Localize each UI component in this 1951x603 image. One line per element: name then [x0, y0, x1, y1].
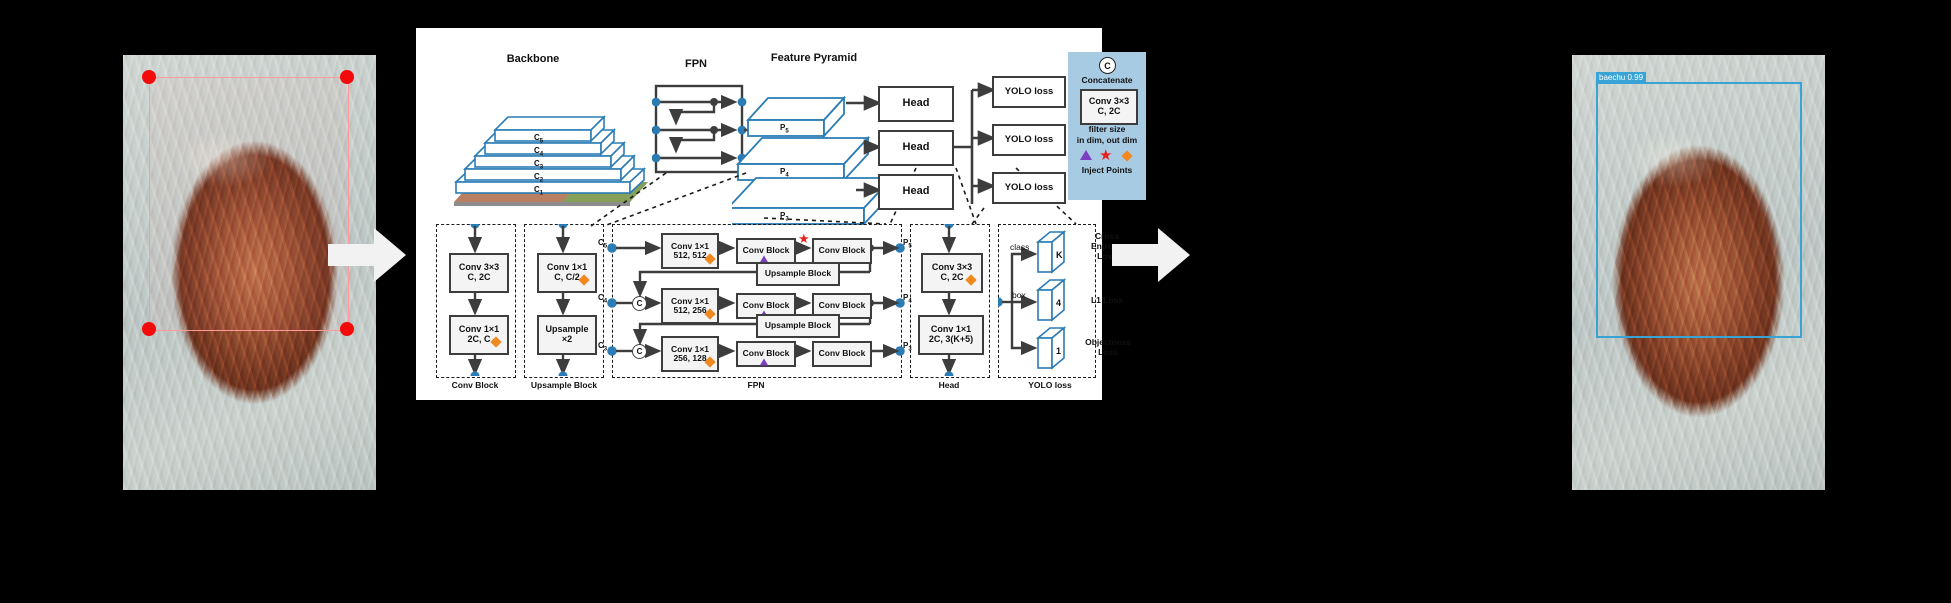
fpn-detail-convblock-b-row3-label: Conv Block	[818, 348, 866, 359]
fpn-detail-concat-icon-row3: C	[632, 344, 647, 359]
backbone-layer-label-c5: C5	[534, 133, 544, 145]
fpn-detail-convblock-a-row1-label: Conv Block	[742, 245, 790, 256]
fpn-detail-concat-icon-row2: C	[632, 296, 647, 311]
backbone-title: Backbone	[506, 53, 560, 65]
network-architecture-panel: Backbone FPN Feature Pyramid C5 C4 C3 C2…	[416, 28, 1146, 400]
annotation-corner-point-bl[interactable]	[142, 322, 156, 336]
conv-block-detail-box-1[interactable]: Conv 3×3 C, 2C	[449, 253, 509, 293]
fpn-detail-convblock-a-row3-label: Conv Block	[742, 348, 790, 359]
backbone-layer-label-c1: C1	[534, 185, 544, 197]
fpn-detail-upsample-block-2-label: Upsample Block	[764, 320, 832, 331]
head-detail-box-2-line-2: 2C, 3(K+5)	[928, 334, 974, 344]
yolo-loss-detail-plate-value-4: 4	[1056, 298, 1062, 308]
concatenate-icon: C	[1099, 57, 1116, 74]
fpn-detail-conv-row1-line-2: 512, 512	[673, 250, 707, 260]
yolo-loss-detail-label-objectness: Objectness Loss	[1085, 337, 1131, 357]
yolo-loss-detail-label-l1: L1 Loss	[1090, 295, 1124, 305]
head-box-3-label: Head	[902, 185, 930, 198]
upsample-block-detail-box-1[interactable]: Conv 1×1 C, C/2	[537, 253, 597, 293]
concatenate-label: Concatenate	[1081, 75, 1133, 85]
detection-bounding-box[interactable]	[1596, 82, 1802, 338]
head-box-2-label: Head	[902, 141, 930, 154]
backbone-layer-label-c2: C2	[534, 172, 544, 184]
fpn-detail-input-label-c4: C4	[598, 293, 608, 305]
fpn-detail-upsample-block-1[interactable]: Upsample Block	[756, 262, 840, 286]
yolo-loss-box-1-label: YOLO loss	[1004, 85, 1054, 97]
annotation-corner-point-br[interactable]	[340, 322, 354, 336]
kimchi-detection-photo: baechu 0.99	[1572, 55, 1825, 490]
fpn-detail-convblock-b-row3[interactable]: Conv Block	[812, 341, 872, 367]
fpn-detail-upsample-block-2[interactable]: Upsample Block	[756, 314, 840, 338]
upsample-block-detail-caption: Upsample Block	[530, 380, 598, 390]
annotation-corner-point-tl[interactable]	[142, 70, 156, 84]
yolo-loss-box-3[interactable]: YOLO loss	[992, 172, 1066, 204]
legend-filter-size-caption: filter size	[1088, 124, 1126, 134]
head-detail-caption: Head	[938, 380, 960, 390]
feature-pyramid-title: Feature Pyramid	[770, 52, 858, 64]
head-detail-box-1[interactable]: Conv 3×3 C, 2C	[921, 253, 983, 293]
yolo-loss-detail-branch-label-class: class	[1010, 242, 1030, 252]
yolo-loss-detail-branch-label-box: box	[1012, 290, 1026, 300]
head-box-1[interactable]: Head	[878, 86, 954, 122]
legend-inject-points-label: Inject Points	[1081, 165, 1133, 175]
annotation-corner-point-tr[interactable]	[340, 70, 354, 84]
fpn-detail-input-label-c5: C5	[598, 238, 608, 250]
fpn-detail-caption: FPN	[747, 380, 765, 390]
conv-block-detail-caption: Conv Block	[451, 380, 499, 390]
head-detail-box-2[interactable]: Conv 1×1 2C, 3(K+5)	[918, 315, 984, 355]
backbone-stack	[453, 115, 648, 206]
upsample-block-detail-box-2[interactable]: Upsample ×2	[537, 315, 597, 355]
head-box-2[interactable]: Head	[878, 130, 954, 166]
annotation-bounding-box	[149, 77, 349, 331]
pipeline-arrow-1	[328, 228, 406, 282]
conv-block-detail-box-1-line-2: C, 2C	[467, 272, 491, 282]
legend-conv-line-2: C, 2C	[1097, 106, 1121, 116]
yolo-loss-detail-plate-value-k: K	[1056, 250, 1063, 260]
detection-label: baechu 0.99	[1596, 72, 1647, 84]
pipeline-arrow-2	[1112, 228, 1190, 282]
head-box-1-label: Head	[902, 97, 930, 110]
legend-panel: C Concatenate Conv 3×3 C, 2C filter size…	[1068, 52, 1146, 200]
fpn-detail-convblock-a-row3-triangle-icon	[759, 358, 769, 366]
conv-block-detail-box-2[interactable]: Conv 1×1 2C, C	[449, 315, 509, 355]
fpn-detail-conv-row2-line-2: 512, 256	[673, 305, 707, 315]
head-detail-box-1-line-2: C, 2C	[940, 272, 964, 282]
legend-star-icon: ★	[1099, 147, 1113, 164]
yolo-loss-box-2-label: YOLO loss	[1004, 133, 1054, 145]
yolo-loss-box-3-label: YOLO loss	[1004, 181, 1054, 193]
fpn-detail-convblock-a-row2-label: Conv Block	[742, 300, 790, 311]
upsample-block-detail-box-2-line-2: ×2	[561, 334, 573, 344]
conv-block-detail-box-2-line-2: 2C, C	[467, 334, 491, 344]
feature-pyramid-label-p3: P3	[780, 211, 789, 223]
fpn-title: FPN	[685, 58, 707, 70]
yolo-loss-box-2[interactable]: YOLO loss	[992, 124, 1066, 156]
backbone-layer-label-c3: C3	[534, 159, 544, 171]
fpn-detail-input-label-c3: C3	[598, 341, 608, 353]
feature-pyramid-label-p5: P5	[780, 123, 789, 135]
fpn-detail-convblock-b-row2-label: Conv Block	[818, 300, 866, 311]
legend-triangle-icon	[1080, 150, 1092, 160]
backbone-layer-label-c4: C4	[534, 146, 544, 158]
feature-pyramid-label-p4: P4	[780, 167, 789, 179]
yolo-loss-box-1[interactable]: YOLO loss	[992, 76, 1066, 108]
figure-canvas: Backbone FPN Feature Pyramid C5 C4 C3 C2…	[0, 0, 1951, 603]
legend-diamond-icon	[1121, 150, 1133, 162]
fpn-detail-upsample-block-1-label: Upsample Block	[764, 268, 832, 279]
fpn-detail-convblock-b-row1-label: Conv Block	[818, 245, 866, 256]
yolo-loss-detail-caption: YOLO loss	[1028, 380, 1072, 390]
fpn-detail-convblock-b-row1[interactable]: Conv Block	[812, 238, 872, 264]
fpn-detail-conv-row3-line-2: 256, 128	[673, 353, 707, 363]
head-box-3[interactable]: Head	[878, 174, 954, 210]
fpn-detail-star-icon-row1: ★	[798, 231, 810, 246]
legend-dims-caption: in dim, out dim	[1076, 135, 1138, 145]
legend-conv-example-box: Conv 3×3 C, 2C	[1080, 89, 1138, 125]
yolo-loss-detail-plate-value-1: 1	[1056, 346, 1062, 356]
upsample-block-detail-box-1-line-2: C, C/2	[554, 272, 580, 282]
